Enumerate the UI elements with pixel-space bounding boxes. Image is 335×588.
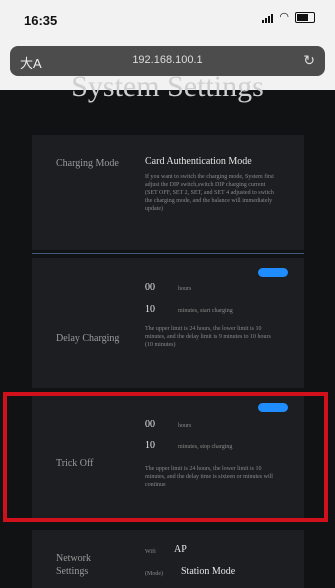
status-icons: ◠ xyxy=(262,12,315,23)
url-text[interactable]: 192.168.100.1 xyxy=(10,54,325,66)
charging-mode-label: Charging Mode xyxy=(56,158,119,169)
page-title: System Settings xyxy=(71,70,264,103)
signal-icon xyxy=(262,13,274,23)
battery-icon xyxy=(295,12,315,23)
delay-charging-hours-unit: hours xyxy=(178,286,192,292)
network-settings-label-line1: Network xyxy=(56,553,91,564)
status-time: 16:35 xyxy=(24,13,58,28)
delay-charging-minutes-value[interactable]: 10 xyxy=(145,304,155,315)
delay-charging-hours-value[interactable]: 00 xyxy=(145,282,155,293)
delay-charging-note: The upper limit is 24 hours, the lower l… xyxy=(145,326,271,348)
wifi-key: Wifi xyxy=(145,549,156,555)
network-settings-label-line2: Settings xyxy=(56,566,89,577)
wifi-icon: ◠ xyxy=(279,11,289,23)
reload-icon[interactable]: ↻ xyxy=(303,52,315,69)
delay-charging-toggle[interactable] xyxy=(258,268,288,277)
wifi-value[interactable]: AP xyxy=(174,544,187,555)
mode-key: (Mode) xyxy=(145,571,163,577)
mode-value[interactable]: Station Mode xyxy=(181,566,235,577)
delay-charging-panel xyxy=(32,258,304,388)
charging-mode-value[interactable]: Card Authentication Mode xyxy=(145,156,252,167)
highlight-frame xyxy=(3,392,328,522)
delay-charging-minutes-unit: minutes, start charging xyxy=(178,308,233,314)
status-bar: 16:35 ◠ xyxy=(0,0,335,38)
section-divider xyxy=(32,253,304,254)
delay-charging-label: Delay Charging xyxy=(56,333,120,344)
charging-mode-description: If you want to switch the charging mode,… xyxy=(145,174,274,212)
